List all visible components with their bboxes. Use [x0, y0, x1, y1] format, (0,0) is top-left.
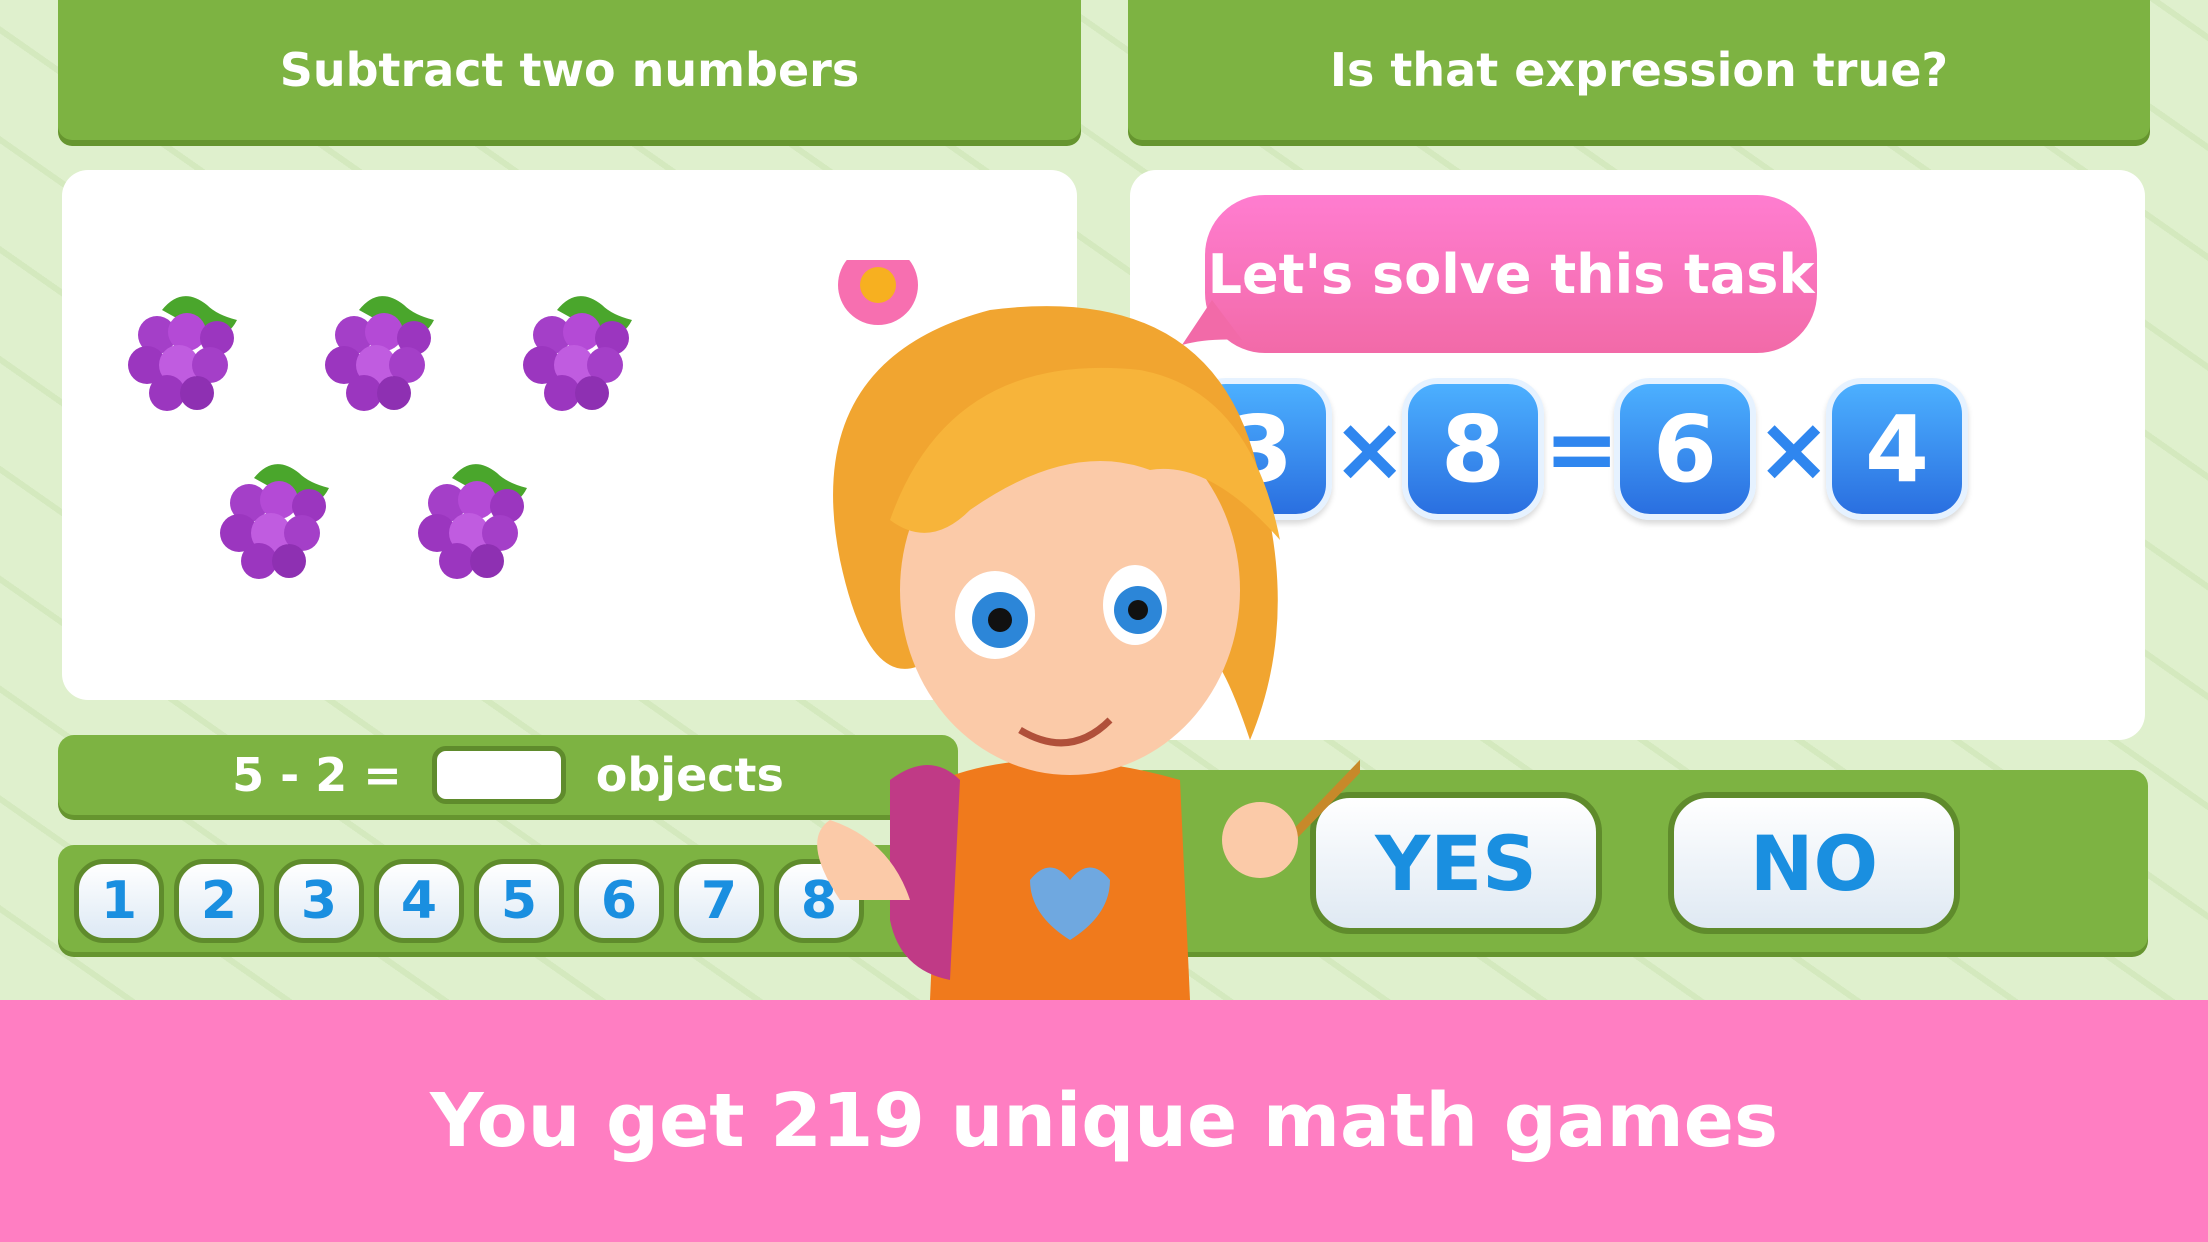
teacher-girl-character [817, 260, 1360, 1000]
equals-sign: = [1544, 396, 1620, 502]
number-key-3[interactable]: 3 [274, 859, 364, 943]
grape-icon [128, 296, 237, 411]
no-button[interactable]: NO [1668, 792, 1960, 934]
number-key-1[interactable]: 1 [74, 859, 164, 943]
grape-icon [220, 464, 329, 579]
expression-tile: 4 [1826, 378, 1968, 520]
promo-footer: You get 219 unique math games [0, 1000, 2208, 1242]
grape-icon [523, 296, 632, 411]
grape-icon [418, 464, 527, 579]
number-key-4[interactable]: 4 [374, 859, 464, 943]
multiply-sign: × [1756, 396, 1832, 502]
right-game-title: Is that expression true? [1128, 0, 2150, 140]
pointer-stick [1265, 759, 1360, 865]
answer-input[interactable] [431, 746, 566, 804]
left-game-title: Subtract two numbers [58, 0, 1081, 140]
expression-tile: 6 [1614, 378, 1756, 520]
number-key-2[interactable]: 2 [174, 859, 264, 943]
expression-tile: 8 [1402, 378, 1544, 520]
grape-icon [325, 296, 434, 411]
equation-text: 5 - 2 = [232, 748, 402, 802]
number-key-5[interactable]: 5 [474, 859, 564, 943]
